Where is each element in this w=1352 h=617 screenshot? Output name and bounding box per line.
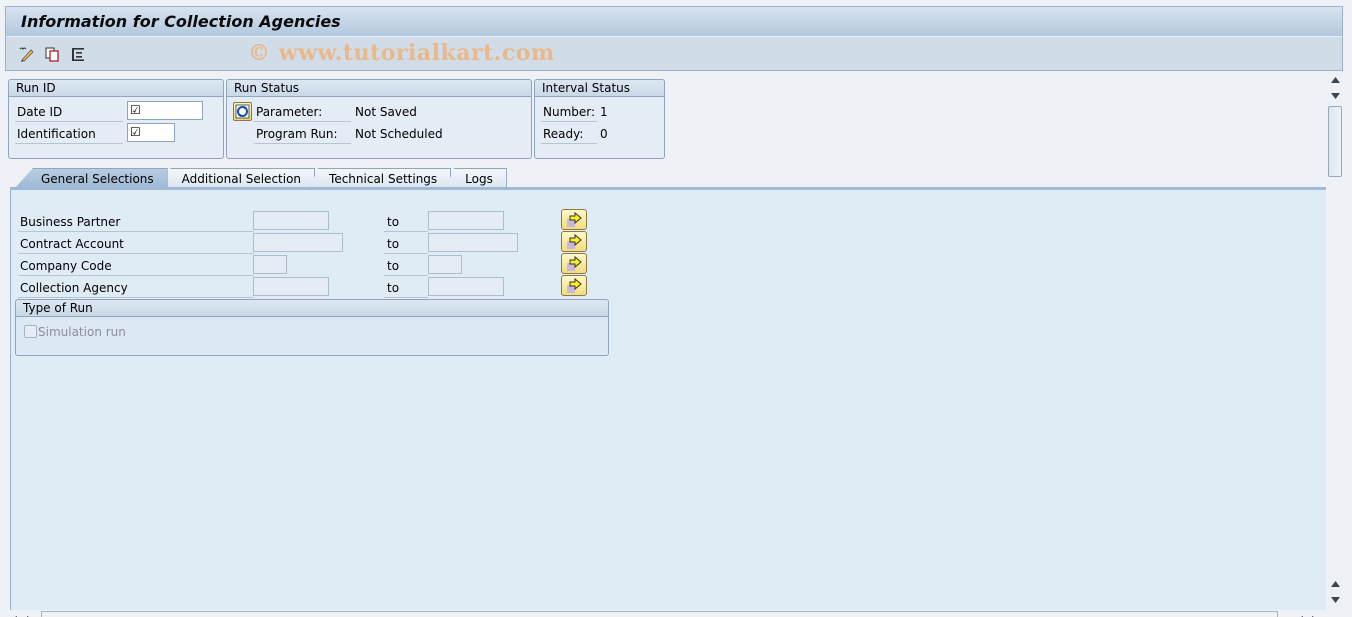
arrow-up-icon [1330,581,1340,587]
watermark: © www.tutorialkart.com [248,40,555,66]
multiple-selection-button[interactable] [561,231,587,252]
tab-strip: General Selections Additional Selection … [15,168,507,188]
scroll-thumb[interactable] [1328,106,1342,177]
date-id-field[interactable]: ☑ [127,101,203,120]
identification-label: Identification [15,125,123,144]
contract-account-to[interactable] [428,233,518,252]
to-label: to [384,257,428,276]
display-list-button[interactable] [68,44,88,64]
program-run-label: Program Run: [254,125,351,144]
scroll-up-button-bottom[interactable] [1327,576,1343,592]
date-id-label: Date ID [15,103,123,122]
ready-value: 0 [600,127,608,141]
copy-icon [45,47,59,62]
scroll-right-button-right[interactable] [1312,611,1322,617]
simulation-run-checkbox[interactable] [24,325,37,338]
contract-account-from[interactable] [253,233,343,252]
identification-field[interactable]: ☑ [127,123,175,142]
window-header: Information for Collection Agencies © ww… [5,6,1343,71]
run-status-group: Run Status Parameter: Not Saved Program … [226,79,532,159]
arrow-down-icon [1330,93,1340,99]
simulation-run-label: Simulation run [38,325,126,339]
interval-status-title: Interval Status [535,80,664,97]
number-value: 1 [600,105,608,119]
program-run-value: Not Scheduled [355,127,443,141]
company-code-from[interactable] [253,255,287,274]
number-label: Number: [541,103,597,122]
selection-label: Collection Agency [18,279,254,298]
multiple-selection-arrow-icon [567,277,582,293]
multiple-selection-button[interactable] [561,253,587,274]
parameter-value: Not Saved [355,105,417,119]
scroll-right-button[interactable] [27,611,37,617]
run-id-title: Run ID [9,80,223,97]
collection-agency-to[interactable] [428,277,504,296]
to-label: to [384,235,428,254]
business-partner-to[interactable] [428,211,504,230]
multiple-selection-button[interactable] [561,275,587,296]
arrow-down-icon [1330,597,1340,603]
type-of-run-group: Type of Run Simulation run [15,299,609,356]
main-content: Run ID Date ID ☑ Identification ☑ Run St… [5,72,1326,610]
edit-pencil-icon [19,47,34,62]
vertical-scrollbar[interactable] [1327,72,1343,610]
identification-check: ☑ [130,125,141,139]
title-bar: Information for Collection Agencies [6,7,1342,37]
scroll-down-button[interactable] [1327,88,1343,104]
scroll-down-button-bottom[interactable] [1327,592,1343,608]
horizontal-scrollbar[interactable] [5,610,1343,617]
selection-label: Business Partner [18,213,254,232]
tab-logs[interactable]: Logs [446,168,507,188]
tab-additional-selection[interactable]: Additional Selection [162,168,316,188]
parameter-label: Parameter: [254,103,351,122]
multiple-selection-arrow-icon [567,233,582,249]
business-partner-from[interactable] [253,211,329,230]
interval-status-group: Interval Status Number: 1 Ready: 0 [534,79,665,159]
multiple-selection-button[interactable] [561,209,587,230]
copy-button[interactable] [42,44,62,64]
selection-label: Company Code [18,257,254,276]
multiple-selection-arrow-icon [567,211,582,227]
edit-button[interactable] [16,44,36,64]
collection-agency-from[interactable] [253,277,329,296]
scroll-up-button[interactable] [1327,72,1343,88]
scroll-left-button[interactable] [11,611,21,617]
tab-technical-settings[interactable]: Technical Settings [310,168,452,188]
company-code-to[interactable] [428,255,462,274]
general-selections-panel: Business Partner to Contract Account to … [10,190,1326,610]
type-of-run-title: Type of Run [16,300,608,317]
tab-general-selections[interactable]: General Selections [15,168,168,188]
to-label: to [384,279,428,298]
application-toolbar: © www.tutorialkart.com [6,37,1342,71]
horizontal-scroll-thumb[interactable] [41,611,1278,617]
to-label: to [384,213,428,232]
selection-label: Contract Account [18,235,254,254]
multiple-selection-arrow-icon [567,255,582,271]
run-id-group: Run ID Date ID ☑ Identification ☑ [8,79,224,159]
ready-label: Ready: [541,125,597,144]
refresh-icon [235,104,250,119]
arrow-up-icon [1330,77,1340,83]
run-status-title: Run Status [227,80,531,97]
page-title: Information for Collection Agencies [21,12,341,31]
list-icon [72,47,84,61]
refresh-button[interactable] [233,102,252,121]
scroll-left-button-right[interactable] [1297,611,1307,617]
date-id-check: ☑ [130,103,141,117]
